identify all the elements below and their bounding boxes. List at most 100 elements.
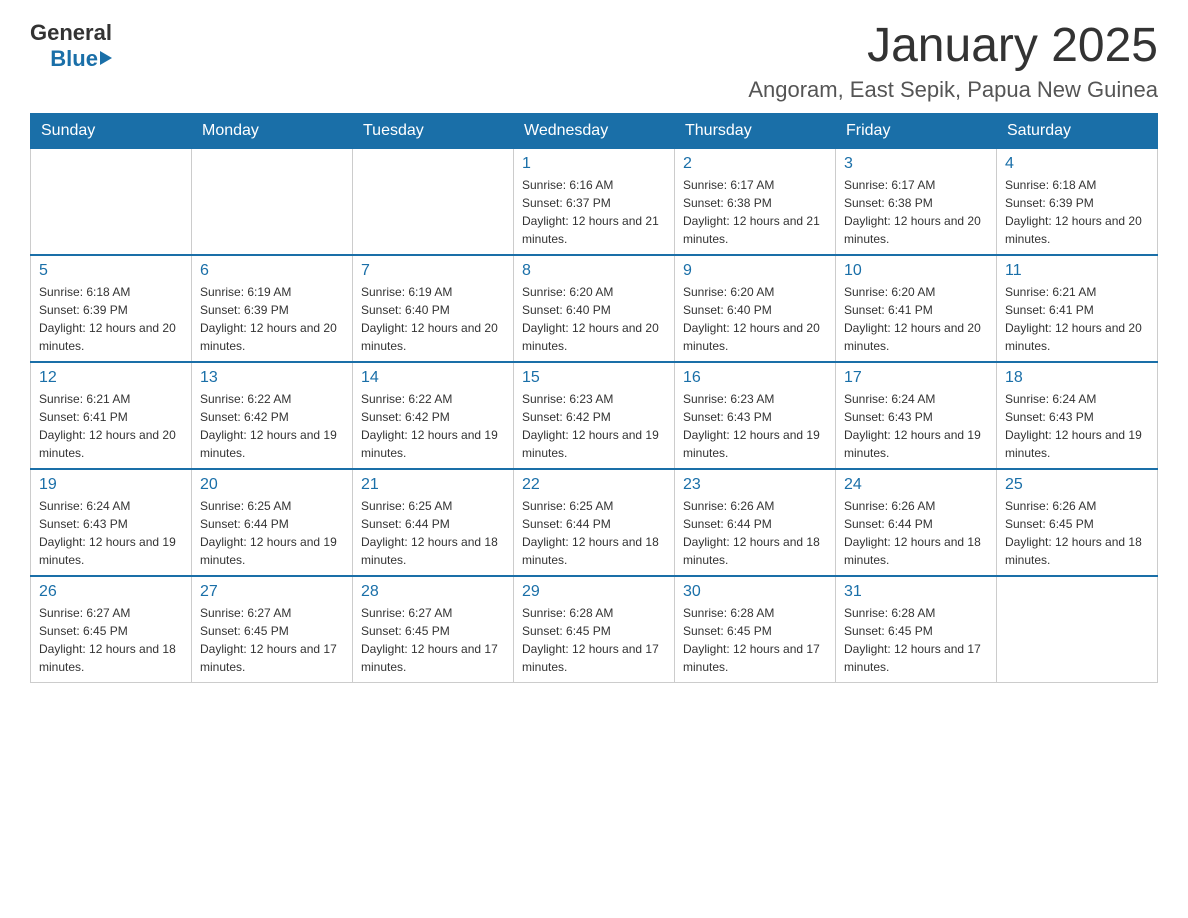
day-info: Sunrise: 6:17 AM Sunset: 6:38 PM Dayligh… bbox=[844, 176, 988, 248]
logo: General Blue bbox=[30, 20, 112, 72]
subtitle: Angoram, East Sepik, Papua New Guinea bbox=[748, 77, 1158, 103]
day-info: Sunrise: 6:25 AM Sunset: 6:44 PM Dayligh… bbox=[200, 497, 344, 569]
day-info: Sunrise: 6:22 AM Sunset: 6:42 PM Dayligh… bbox=[361, 390, 505, 462]
calendar-cell: 12Sunrise: 6:21 AM Sunset: 6:41 PM Dayli… bbox=[31, 362, 192, 469]
calendar-week-row: 1 Sunrise: 6:16 AM Sunset: 6:37 PM Daylig… bbox=[31, 148, 1158, 255]
day-info: Sunrise: 6:28 AM Sunset: 6:45 PM Dayligh… bbox=[522, 604, 666, 676]
calendar-cell: 2 Sunrise: 6:17 AM Sunset: 6:38 PM Daylig… bbox=[675, 148, 836, 255]
day-info: Sunrise: 6:26 AM Sunset: 6:44 PM Dayligh… bbox=[683, 497, 827, 569]
calendar-cell: 10Sunrise: 6:20 AM Sunset: 6:41 PM Dayli… bbox=[836, 255, 997, 362]
day-info: Sunrise: 6:24 AM Sunset: 6:43 PM Dayligh… bbox=[39, 497, 183, 569]
day-number: 4 bbox=[1005, 155, 1149, 173]
day-info: Sunrise: 6:27 AM Sunset: 6:45 PM Dayligh… bbox=[39, 604, 183, 676]
day-number: 26 bbox=[39, 583, 183, 601]
day-number: 28 bbox=[361, 583, 505, 601]
calendar-cell: 31Sunrise: 6:28 AM Sunset: 6:45 PM Dayli… bbox=[836, 576, 997, 683]
calendar-cell bbox=[997, 576, 1158, 683]
day-number: 5 bbox=[39, 262, 183, 280]
day-info: Sunrise: 6:18 AM Sunset: 6:39 PM Dayligh… bbox=[1005, 176, 1149, 248]
calendar-cell: 15 Sunrise: 6:23 AM Sunset: 6:42 PM Dayli… bbox=[514, 362, 675, 469]
day-info: Sunrise: 6:17 AM Sunset: 6:38 PM Dayligh… bbox=[683, 176, 827, 248]
calendar-header-row: SundayMondayTuesdayWednesdayThursdayFrid… bbox=[31, 113, 1158, 148]
day-number: 25 bbox=[1005, 476, 1149, 494]
day-info: Sunrise: 6:28 AM Sunset: 6:45 PM Dayligh… bbox=[683, 604, 827, 676]
calendar-day-header: Tuesday bbox=[353, 113, 514, 148]
calendar-cell: 26 Sunrise: 6:27 AM Sunset: 6:45 PM Dayli… bbox=[31, 576, 192, 683]
calendar-cell: 4 Sunrise: 6:18 AM Sunset: 6:39 PM Daylig… bbox=[997, 148, 1158, 255]
day-number: 2 bbox=[683, 155, 827, 173]
title-section: January 2025 Angoram, East Sepik, Papua … bbox=[748, 20, 1158, 103]
day-number: 16 bbox=[683, 369, 827, 387]
day-info: Sunrise: 6:22 AM Sunset: 6:42 PM Dayligh… bbox=[200, 390, 344, 462]
day-number: 18 bbox=[1005, 369, 1149, 387]
calendar-cell: 28Sunrise: 6:27 AM Sunset: 6:45 PM Dayli… bbox=[353, 576, 514, 683]
day-info: Sunrise: 6:23 AM Sunset: 6:42 PM Dayligh… bbox=[522, 390, 666, 462]
calendar-cell: 5 Sunrise: 6:18 AM Sunset: 6:39 PM Daylig… bbox=[31, 255, 192, 362]
calendar-cell bbox=[192, 148, 353, 255]
day-number: 11 bbox=[1005, 262, 1149, 280]
day-number: 29 bbox=[522, 583, 666, 601]
day-info: Sunrise: 6:20 AM Sunset: 6:40 PM Dayligh… bbox=[522, 283, 666, 355]
day-info: Sunrise: 6:20 AM Sunset: 6:40 PM Dayligh… bbox=[683, 283, 827, 355]
day-info: Sunrise: 6:16 AM Sunset: 6:37 PM Dayligh… bbox=[522, 176, 666, 248]
day-info: Sunrise: 6:28 AM Sunset: 6:45 PM Dayligh… bbox=[844, 604, 988, 676]
day-number: 12 bbox=[39, 369, 183, 387]
calendar-week-row: 19 Sunrise: 6:24 AM Sunset: 6:43 PM Dayli… bbox=[31, 469, 1158, 576]
day-info: Sunrise: 6:23 AM Sunset: 6:43 PM Dayligh… bbox=[683, 390, 827, 462]
calendar-week-row: 12Sunrise: 6:21 AM Sunset: 6:41 PM Dayli… bbox=[31, 362, 1158, 469]
calendar-cell: 22Sunrise: 6:25 AM Sunset: 6:44 PM Dayli… bbox=[514, 469, 675, 576]
calendar-table: SundayMondayTuesdayWednesdayThursdayFrid… bbox=[30, 113, 1158, 683]
calendar-cell: 16 Sunrise: 6:23 AM Sunset: 6:43 PM Dayli… bbox=[675, 362, 836, 469]
calendar-cell: 9Sunrise: 6:20 AM Sunset: 6:40 PM Daylig… bbox=[675, 255, 836, 362]
calendar-cell bbox=[353, 148, 514, 255]
day-info: Sunrise: 6:24 AM Sunset: 6:43 PM Dayligh… bbox=[1005, 390, 1149, 462]
day-number: 3 bbox=[844, 155, 988, 173]
day-info: Sunrise: 6:26 AM Sunset: 6:44 PM Dayligh… bbox=[844, 497, 988, 569]
day-info: Sunrise: 6:25 AM Sunset: 6:44 PM Dayligh… bbox=[361, 497, 505, 569]
day-info: Sunrise: 6:26 AM Sunset: 6:45 PM Dayligh… bbox=[1005, 497, 1149, 569]
calendar-cell: 24 Sunrise: 6:26 AM Sunset: 6:44 PM Dayli… bbox=[836, 469, 997, 576]
day-number: 13 bbox=[200, 369, 344, 387]
day-number: 1 bbox=[522, 155, 666, 173]
day-info: Sunrise: 6:20 AM Sunset: 6:41 PM Dayligh… bbox=[844, 283, 988, 355]
day-info: Sunrise: 6:27 AM Sunset: 6:45 PM Dayligh… bbox=[200, 604, 344, 676]
calendar-cell: 17Sunrise: 6:24 AM Sunset: 6:43 PM Dayli… bbox=[836, 362, 997, 469]
day-number: 15 bbox=[522, 369, 666, 387]
calendar-cell: 19 Sunrise: 6:24 AM Sunset: 6:43 PM Dayli… bbox=[31, 469, 192, 576]
calendar-cell: 23 Sunrise: 6:26 AM Sunset: 6:44 PM Dayli… bbox=[675, 469, 836, 576]
calendar-day-header: Monday bbox=[192, 113, 353, 148]
calendar-cell: 27 Sunrise: 6:27 AM Sunset: 6:45 PM Dayli… bbox=[192, 576, 353, 683]
calendar-cell: 3 Sunrise: 6:17 AM Sunset: 6:38 PM Daylig… bbox=[836, 148, 997, 255]
calendar-cell: 18 Sunrise: 6:24 AM Sunset: 6:43 PM Dayli… bbox=[997, 362, 1158, 469]
calendar-cell: 21Sunrise: 6:25 AM Sunset: 6:44 PM Dayli… bbox=[353, 469, 514, 576]
day-info: Sunrise: 6:18 AM Sunset: 6:39 PM Dayligh… bbox=[39, 283, 183, 355]
logo-blue: Blue bbox=[50, 46, 98, 72]
day-number: 14 bbox=[361, 369, 505, 387]
calendar-week-row: 5 Sunrise: 6:18 AM Sunset: 6:39 PM Daylig… bbox=[31, 255, 1158, 362]
day-info: Sunrise: 6:25 AM Sunset: 6:44 PM Dayligh… bbox=[522, 497, 666, 569]
calendar-day-header: Sunday bbox=[31, 113, 192, 148]
calendar-cell: 30 Sunrise: 6:28 AM Sunset: 6:45 PM Dayli… bbox=[675, 576, 836, 683]
calendar-cell: 20Sunrise: 6:25 AM Sunset: 6:44 PM Dayli… bbox=[192, 469, 353, 576]
calendar-cell bbox=[31, 148, 192, 255]
day-number: 30 bbox=[683, 583, 827, 601]
calendar-cell: 29 Sunrise: 6:28 AM Sunset: 6:45 PM Dayli… bbox=[514, 576, 675, 683]
calendar-cell: 25 Sunrise: 6:26 AM Sunset: 6:45 PM Dayli… bbox=[997, 469, 1158, 576]
calendar-day-header: Wednesday bbox=[514, 113, 675, 148]
day-number: 6 bbox=[200, 262, 344, 280]
day-number: 23 bbox=[683, 476, 827, 494]
day-number: 24 bbox=[844, 476, 988, 494]
day-number: 27 bbox=[200, 583, 344, 601]
calendar-cell: 14 Sunrise: 6:22 AM Sunset: 6:42 PM Dayli… bbox=[353, 362, 514, 469]
day-number: 19 bbox=[39, 476, 183, 494]
main-title: January 2025 bbox=[748, 20, 1158, 73]
day-info: Sunrise: 6:21 AM Sunset: 6:41 PM Dayligh… bbox=[1005, 283, 1149, 355]
day-info: Sunrise: 6:24 AM Sunset: 6:43 PM Dayligh… bbox=[844, 390, 988, 462]
calendar-cell: 6Sunrise: 6:19 AM Sunset: 6:39 PM Daylig… bbox=[192, 255, 353, 362]
day-number: 7 bbox=[361, 262, 505, 280]
calendar-cell: 11 Sunrise: 6:21 AM Sunset: 6:41 PM Dayli… bbox=[997, 255, 1158, 362]
day-number: 8 bbox=[522, 262, 666, 280]
day-info: Sunrise: 6:19 AM Sunset: 6:40 PM Dayligh… bbox=[361, 283, 505, 355]
calendar-day-header: Friday bbox=[836, 113, 997, 148]
logo-general: General bbox=[30, 20, 112, 46]
